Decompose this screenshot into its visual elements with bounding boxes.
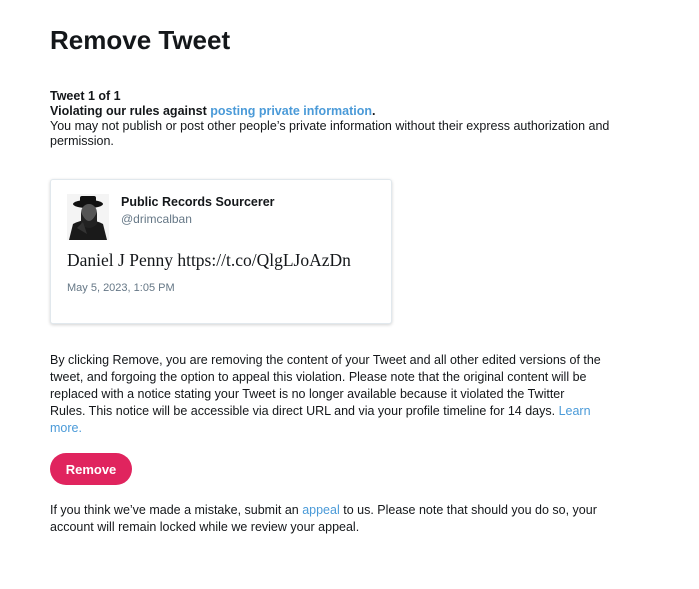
violation-rule: Violating our rules against posting priv…: [50, 104, 610, 119]
appeal-notice-prefix: If you think we’ve made a mistake, submi…: [50, 503, 303, 517]
tweet-timestamp: May 5, 2023, 1:05 PM: [67, 282, 175, 294]
tweet-author-name: Public Records Sourcerer: [121, 195, 275, 209]
tweet-text: Daniel J Penny https://t.co/QlgLJoAzDn: [67, 250, 351, 270]
remove-button[interactable]: Remove: [50, 453, 132, 485]
appeal-notice: If you think we’ve made a mistake, submi…: [50, 502, 610, 536]
page-title: Remove Tweet: [50, 25, 231, 55]
tweet-count: Tweet 1 of 1: [50, 89, 121, 103]
violation-description: You may not publish or post other people…: [50, 119, 610, 148]
appeal-link[interactable]: appeal: [302, 503, 340, 517]
violation-rule-suffix: .: [372, 104, 376, 118]
avatar-image: [67, 194, 109, 240]
tweet-author-handle: @drimcalban: [121, 212, 192, 226]
removal-notice-text: By clicking Remove, you are removing the…: [50, 353, 601, 418]
removal-notice: By clicking Remove, you are removing the…: [50, 352, 602, 437]
violation-rule-prefix: Violating our rules against: [50, 104, 211, 118]
violation-section: Tweet 1 of 1 Violating our rules against…: [50, 89, 610, 149]
avatar: [67, 194, 109, 240]
posting-private-information-link[interactable]: posting private information: [210, 104, 372, 118]
tweet-card: Public Records Sourcerer @drimcalban Dan…: [50, 179, 392, 324]
